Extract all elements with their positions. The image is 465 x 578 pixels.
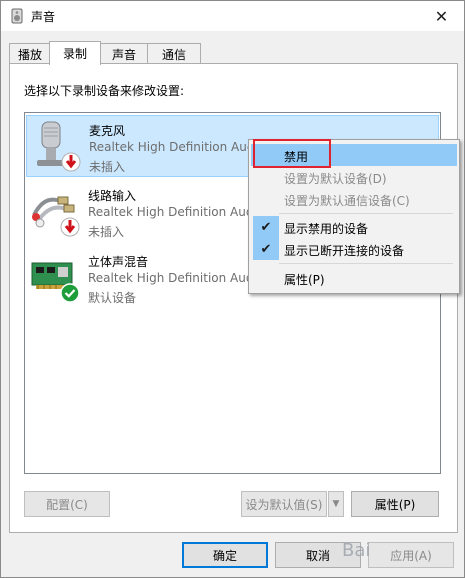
menu-item-show-disabled[interactable]: ✔ 显示禁用的设备	[251, 216, 457, 238]
unplugged-badge-icon	[61, 152, 81, 172]
menu-item-label: 设置为默认设备(D)	[284, 172, 387, 186]
tab-recording[interactable]: 录制	[49, 41, 101, 65]
device-status: 默认设备	[88, 291, 137, 305]
watermark: Bai	[342, 540, 371, 561]
instruction-text: 选择以下录制设备来修改设置:	[24, 84, 185, 98]
checkmark-icon: ✔	[253, 216, 279, 238]
set-default-dropdown-button[interactable]: ▼	[328, 491, 344, 517]
device-description: Realtek High Definition Aud	[88, 271, 254, 285]
annotation-highlight-box	[253, 139, 331, 168]
recording-panel: 选择以下录制设备来修改设置: 麦克风 Realtek High Definiti…	[9, 63, 458, 533]
device-name: 麦克风	[89, 124, 126, 138]
properties-button[interactable]: 属性(P)	[351, 491, 439, 517]
checkmark-icon: ✔	[253, 238, 279, 260]
menu-item-show-disconnected[interactable]: ✔ 显示已断开连接的设备	[251, 238, 457, 260]
menu-item-label: 设置为默认通信设备(C)	[284, 194, 410, 208]
device-description: Realtek High Definition Aud	[88, 205, 254, 219]
chevron-down-icon: ▼	[332, 499, 340, 509]
close-icon: ✕	[434, 6, 449, 26]
tab-playback[interactable]: 播放	[9, 43, 51, 64]
menu-item-set-default[interactable]: 设置为默认设备(D)	[251, 166, 457, 188]
device-description: Realtek High Definition Aud	[89, 140, 255, 154]
menu-item-label: 显示禁用的设备	[284, 222, 369, 236]
configure-button[interactable]: 配置(C)	[24, 491, 110, 517]
speaker-icon	[11, 8, 23, 24]
menu-item-set-default-comm[interactable]: 设置为默认通信设备(C)	[251, 188, 457, 210]
menu-separator	[279, 213, 453, 214]
device-name: 线路输入	[88, 189, 137, 203]
ok-button[interactable]: 确定	[182, 542, 268, 568]
close-button[interactable]: ✕	[419, 1, 464, 31]
device-status: 未插入	[89, 160, 126, 174]
menu-item-properties[interactable]: 属性(P)	[251, 267, 457, 289]
device-name: 立体声混音	[88, 255, 149, 269]
title-bar: 声音 ✕	[1, 1, 464, 31]
window-title: 声音	[31, 10, 56, 24]
tab-communications[interactable]: 通信	[147, 43, 201, 64]
menu-item-label: 显示已断开连接的设备	[284, 244, 405, 258]
device-status: 未插入	[88, 225, 125, 239]
menu-separator	[279, 263, 453, 264]
apply-button[interactable]: 应用(A)	[368, 542, 454, 568]
menu-item-label: 属性(P)	[284, 273, 325, 287]
default-device-check-icon	[60, 283, 80, 303]
set-default-button[interactable]: 设为默认值(S)	[241, 491, 327, 517]
unplugged-badge-icon	[60, 217, 80, 237]
tab-sounds[interactable]: 声音	[99, 43, 149, 64]
